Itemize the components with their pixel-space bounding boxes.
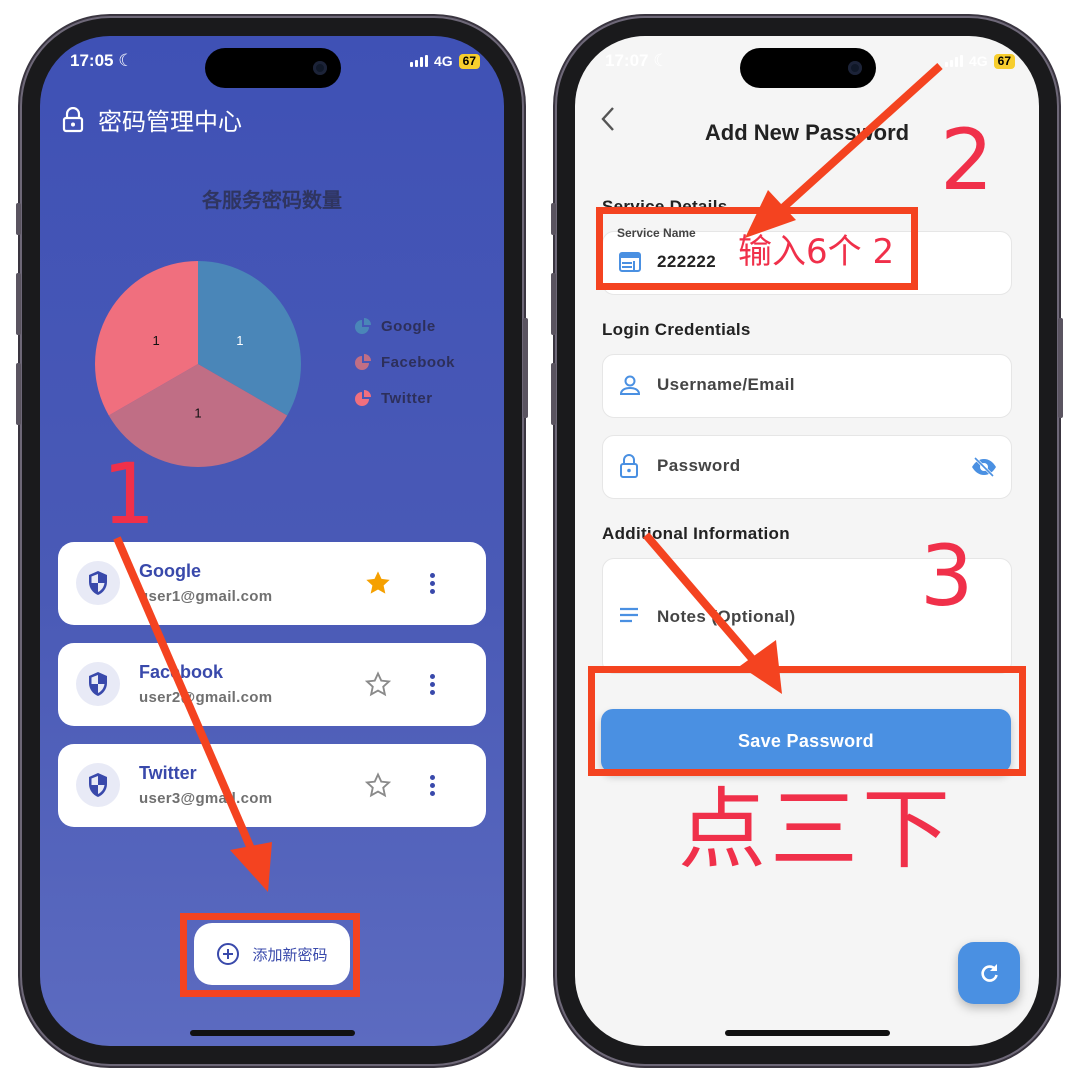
status-time: 17:05 ☾: [70, 51, 133, 71]
signal-icon: [944, 55, 963, 67]
app-header: 密码管理中心: [62, 102, 242, 137]
action-button: [16, 203, 21, 235]
app-title: 密码管理中心: [98, 109, 242, 136]
action-button: [551, 203, 556, 235]
legend-label: Facebook: [381, 353, 456, 371]
time-text: 17:07: [605, 51, 649, 70]
pie-chart: 1 1 1: [95, 261, 301, 467]
shield-avatar: [76, 662, 120, 706]
network-label: 4G: [968, 53, 988, 69]
more-options-icon[interactable]: [420, 771, 444, 799]
shield-avatar: [76, 763, 120, 807]
right-screen: 17:07 ☾ 4G 67 Add New Password Service D…: [575, 36, 1039, 1046]
section-additional-info: Additional Information: [602, 524, 790, 543]
service-name: Twitter: [139, 763, 197, 783]
left-phone-frame: 17:05 ☾ 4G 67 密码管理中心 各服务密码数量 1 1 1 Google F…: [16, 18, 528, 1064]
time-text: 17:05: [70, 51, 114, 70]
notes-icon: [620, 607, 638, 623]
web-icon: [619, 252, 641, 272]
signal-icon: [409, 55, 428, 67]
password-field[interactable]: Password: [602, 435, 1012, 499]
pie-chart-icon: [355, 390, 371, 406]
camera-icon: [313, 61, 327, 75]
battery-icon: 67: [458, 53, 480, 69]
more-options-icon[interactable]: [420, 670, 444, 698]
chart-title: 各服务密码数量: [202, 190, 342, 212]
moon-icon: ☾: [653, 51, 669, 70]
star-filled-icon[interactable]: [364, 569, 392, 597]
add-password-button[interactable]: 添加新密码: [194, 923, 350, 985]
battery-icon: 67: [993, 53, 1015, 69]
legend-item-google: Google: [355, 308, 455, 344]
notes-field[interactable]: Notes (Optional): [602, 558, 1012, 674]
status-time: 17:07 ☾: [605, 51, 668, 71]
dynamic-island: [205, 48, 341, 88]
username-field[interactable]: Username/Email: [602, 354, 1012, 418]
power-button: [523, 318, 528, 418]
home-indicator: [725, 1030, 890, 1036]
service-name-field[interactable]: Service Name 222222: [602, 226, 1012, 295]
shield-avatar: [76, 561, 120, 605]
power-button: [1058, 318, 1063, 418]
left-screen: 17:05 ☾ 4G 67 密码管理中心 各服务密码数量 1 1 1 Google F…: [40, 36, 504, 1046]
status-right: 4G 67: [409, 53, 480, 69]
password-card-twitter[interactable]: Twitter user3@gmail.com: [58, 744, 486, 827]
lock-icon: [620, 454, 638, 478]
network-label: 4G: [433, 53, 453, 69]
shield-icon: [89, 672, 107, 696]
lock-icon: [62, 106, 84, 132]
volume-up-button: [551, 273, 556, 335]
legend-label: Twitter: [381, 389, 433, 407]
password-list: Google user1@gmail.com Facebook user2@gm…: [58, 542, 486, 845]
notes-placeholder: Notes (Optional): [657, 607, 796, 626]
password-placeholder: Password: [657, 456, 741, 475]
shield-icon: [89, 773, 107, 797]
service-name: Google: [139, 561, 201, 581]
chart-legend: Google Facebook Twitter: [355, 308, 455, 416]
right-phone-frame: 17:07 ☾ 4G 67 Add New Password Service D…: [551, 18, 1063, 1064]
pie-label-google: 1: [236, 333, 243, 348]
legend-label: Google: [381, 317, 436, 335]
volume-up-button: [16, 273, 21, 335]
volume-down-button: [16, 363, 21, 425]
section-service-details: Service Details: [602, 197, 728, 216]
shield-icon: [89, 571, 107, 595]
star-outline-icon[interactable]: [364, 771, 392, 799]
service-name: Facebook: [139, 662, 224, 682]
volume-down-button: [551, 363, 556, 425]
section-login-credentials: Login Credentials: [602, 320, 751, 339]
pie-label-facebook: 1: [194, 405, 201, 420]
service-name-value: 222222: [657, 252, 717, 271]
add-circle-icon: [217, 943, 240, 965]
more-options-icon[interactable]: [420, 569, 444, 597]
status-right: 4G 67: [944, 53, 1015, 69]
person-icon: [619, 375, 641, 395]
service-name-label: Service Name: [617, 226, 696, 240]
save-password-label: Save Password: [738, 730, 874, 751]
refresh-icon: [981, 964, 998, 982]
add-password-label: 添加新密码: [252, 946, 328, 964]
page-title: Add New Password: [704, 120, 910, 145]
pie-label-twitter: 1: [152, 333, 159, 348]
home-indicator: [190, 1030, 355, 1036]
moon-icon: ☾: [118, 51, 134, 70]
star-outline-icon[interactable]: [364, 670, 392, 698]
legend-item-twitter: Twitter: [355, 380, 455, 416]
username-placeholder: Username/Email: [657, 375, 795, 394]
pie-chart-icon: [355, 354, 371, 370]
refresh-button[interactable]: [958, 942, 1020, 1004]
visibility-off-icon[interactable]: [971, 456, 997, 478]
save-password-button[interactable]: Save Password: [601, 709, 1011, 773]
dynamic-island: [740, 48, 876, 88]
password-card-facebook[interactable]: Facebook user2@gmail.com: [58, 643, 486, 726]
account-email: user1@gmail.com: [139, 588, 273, 605]
camera-icon: [848, 61, 862, 75]
legend-item-facebook: Facebook: [355, 344, 455, 380]
password-card-google[interactable]: Google user1@gmail.com: [58, 542, 486, 625]
account-email: user3@gmail.com: [139, 790, 273, 807]
pie-chart-icon: [355, 318, 371, 334]
account-email: user2@gmail.com: [139, 689, 273, 706]
